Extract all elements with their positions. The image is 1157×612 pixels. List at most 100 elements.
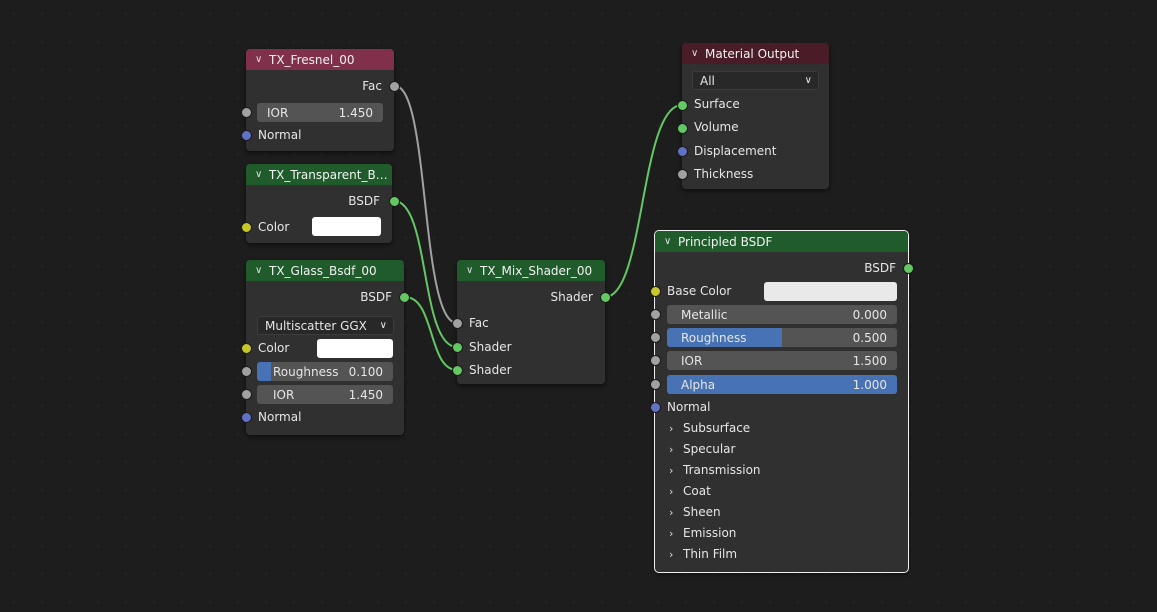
input-normal: Normal <box>258 125 301 145</box>
field-value: 1.000 <box>852 377 887 392</box>
field-value: 1.450 <box>348 387 383 402</box>
output-bsdf: BSDF <box>360 287 392 307</box>
socket-label: Normal <box>258 128 302 142</box>
chevron-right-icon: › <box>669 505 674 519</box>
node-title: Principled BSDF <box>678 234 773 249</box>
node-glass-bsdf[interactable]: ∨ TX_Glass_Bsdf_00 BSDF Multiscatter GGX… <box>241 260 410 435</box>
panel-label: Transmission <box>683 463 761 477</box>
node-material-output[interactable]: ∨ Material Output All ∨ Surface Volume D… <box>677 43 829 189</box>
node-fresnel[interactable]: ∨ TX_Fresnel_00 Fac IOR 1.450 Normal <box>241 49 400 151</box>
color-swatch[interactable] <box>317 339 393 358</box>
node-title: TX_Fresnel_00 <box>269 52 355 67</box>
socket-input-shader-2[interactable] <box>452 365 463 376</box>
chevron-down-icon[interactable]: ∨ <box>466 265 480 276</box>
socket-input-alpha[interactable] <box>650 379 661 390</box>
chevron-down-icon[interactable]: ∨ <box>664 236 678 247</box>
socket-label: Base Color <box>667 284 732 298</box>
chevron-right-icon: › <box>669 484 674 498</box>
ior-field[interactable]: IOR 1.450 <box>257 385 393 404</box>
input-normal: Normal <box>667 397 710 417</box>
color-swatch[interactable] <box>312 217 381 236</box>
socket-input-metallic[interactable] <box>650 309 661 320</box>
chevron-down-icon[interactable]: ∨ <box>255 265 269 276</box>
socket-label: Fac <box>362 79 382 93</box>
node-header[interactable]: ∨ Principled BSDF <box>655 231 908 252</box>
node-header[interactable]: ∨ TX_Mix_Shader_00 <box>457 260 605 281</box>
node-header[interactable]: ∨ Material Output <box>682 43 829 64</box>
node-title: TX_Transparent_Bs... <box>268 167 392 182</box>
node-title: TX_Glass_Bsdf_00 <box>269 263 377 278</box>
field-value: 1.500 <box>852 353 887 368</box>
chevron-down-icon[interactable]: ∨ <box>255 54 269 65</box>
socket-output-fac[interactable] <box>389 81 400 92</box>
panel-transmission[interactable]: › Transmission <box>669 460 761 480</box>
node-header[interactable]: ∨ TX_Transparent_Bs... <box>246 164 392 185</box>
node-title: Material Output <box>705 46 800 61</box>
socket-input-roughness[interactable] <box>241 366 252 377</box>
socket-input-displacement[interactable] <box>677 146 688 157</box>
socket-input-surface[interactable] <box>677 100 688 111</box>
socket-label: Shader <box>550 290 593 304</box>
input-normal: Normal <box>258 407 301 427</box>
alpha-slider[interactable]: Alpha 1.000 <box>667 375 897 394</box>
node-header[interactable]: ∨ TX_Glass_Bsdf_00 <box>246 260 404 281</box>
chevron-down-icon[interactable]: ∨ <box>691 48 705 59</box>
chevron-right-icon: › <box>669 442 674 456</box>
field-label: Metallic <box>681 307 728 322</box>
socket-input-shader-1[interactable] <box>452 342 463 353</box>
node-transparent-bsdf[interactable]: ∨ TX_Transparent_Bs... BSDF Color <box>241 164 400 243</box>
socket-input-ior[interactable] <box>241 107 252 118</box>
socket-label: Volume <box>694 120 739 134</box>
chevron-right-icon: › <box>669 526 674 540</box>
node-header[interactable]: ∨ TX_Fresnel_00 <box>246 49 394 70</box>
roughness-slider[interactable]: Roughness 0.100 <box>257 362 393 381</box>
metallic-slider[interactable]: Metallic 0.000 <box>667 305 897 324</box>
panel-label: Subsurface <box>683 421 751 435</box>
panel-label: Emission <box>683 526 737 540</box>
socket-input-thickness[interactable] <box>677 169 688 180</box>
roughness-slider[interactable]: Roughness 0.500 <box>667 328 897 347</box>
socket-output-bsdf[interactable] <box>389 196 400 207</box>
socket-output-shader[interactable] <box>600 292 611 303</box>
target-dropdown[interactable]: All ∨ <box>692 71 819 90</box>
socket-output-bsdf[interactable] <box>399 292 410 303</box>
field-value: 0.100 <box>348 364 383 379</box>
panel-specular[interactable]: › Specular <box>669 439 735 459</box>
socket-input-ior[interactable] <box>650 355 661 366</box>
input-fac: Fac <box>469 313 489 333</box>
dropdown-value: All <box>700 73 715 88</box>
socket-input-volume[interactable] <box>677 123 688 134</box>
output-fac: Fac <box>362 76 382 96</box>
panel-label: Coat <box>683 484 711 498</box>
panel-emission[interactable]: › Emission <box>669 523 736 543</box>
panel-sheen[interactable]: › Sheen <box>669 502 721 522</box>
socket-input-ior[interactable] <box>241 389 252 400</box>
base-color-swatch[interactable] <box>764 282 897 301</box>
socket-input-normal[interactable] <box>241 130 252 141</box>
panel-thin-film[interactable]: › Thin Film <box>669 544 737 564</box>
socket-input-roughness[interactable] <box>650 332 661 343</box>
chevron-down-icon[interactable]: ∨ <box>255 169 269 180</box>
ior-field[interactable]: IOR 1.500 <box>667 351 897 370</box>
field-label: IOR <box>681 353 703 368</box>
socket-input-fac[interactable] <box>452 318 463 329</box>
ior-field[interactable]: IOR 1.450 <box>257 103 383 122</box>
panel-coat[interactable]: › Coat <box>669 481 711 501</box>
socket-input-normal[interactable] <box>241 412 252 423</box>
socket-input-color[interactable] <box>241 343 252 354</box>
socket-input-color[interactable] <box>241 222 252 233</box>
node-principled-bsdf[interactable]: ∨ Principled BSDF BSDF Base Color Metall… <box>650 230 914 573</box>
socket-input-normal[interactable] <box>650 402 661 413</box>
input-color: Color <box>258 338 289 358</box>
distribution-dropdown[interactable]: Multiscatter GGX ∨ <box>257 316 394 335</box>
socket-label: BSDF <box>864 261 896 275</box>
panel-subsurface[interactable]: › Subsurface <box>669 418 750 438</box>
socket-output-bsdf[interactable] <box>903 263 914 274</box>
input-shader-1: Shader <box>469 337 512 357</box>
node-mix-shader[interactable]: ∨ TX_Mix_Shader_00 Shader Fac Shader Sha… <box>452 260 611 384</box>
socket-label: Shader <box>469 340 512 354</box>
panel-label: Thin Film <box>683 547 738 561</box>
link-glass-bsdf-to-mix-shader <box>404 296 458 371</box>
socket-input-base-color[interactable] <box>650 286 661 297</box>
socket-label: Shader <box>469 363 512 377</box>
